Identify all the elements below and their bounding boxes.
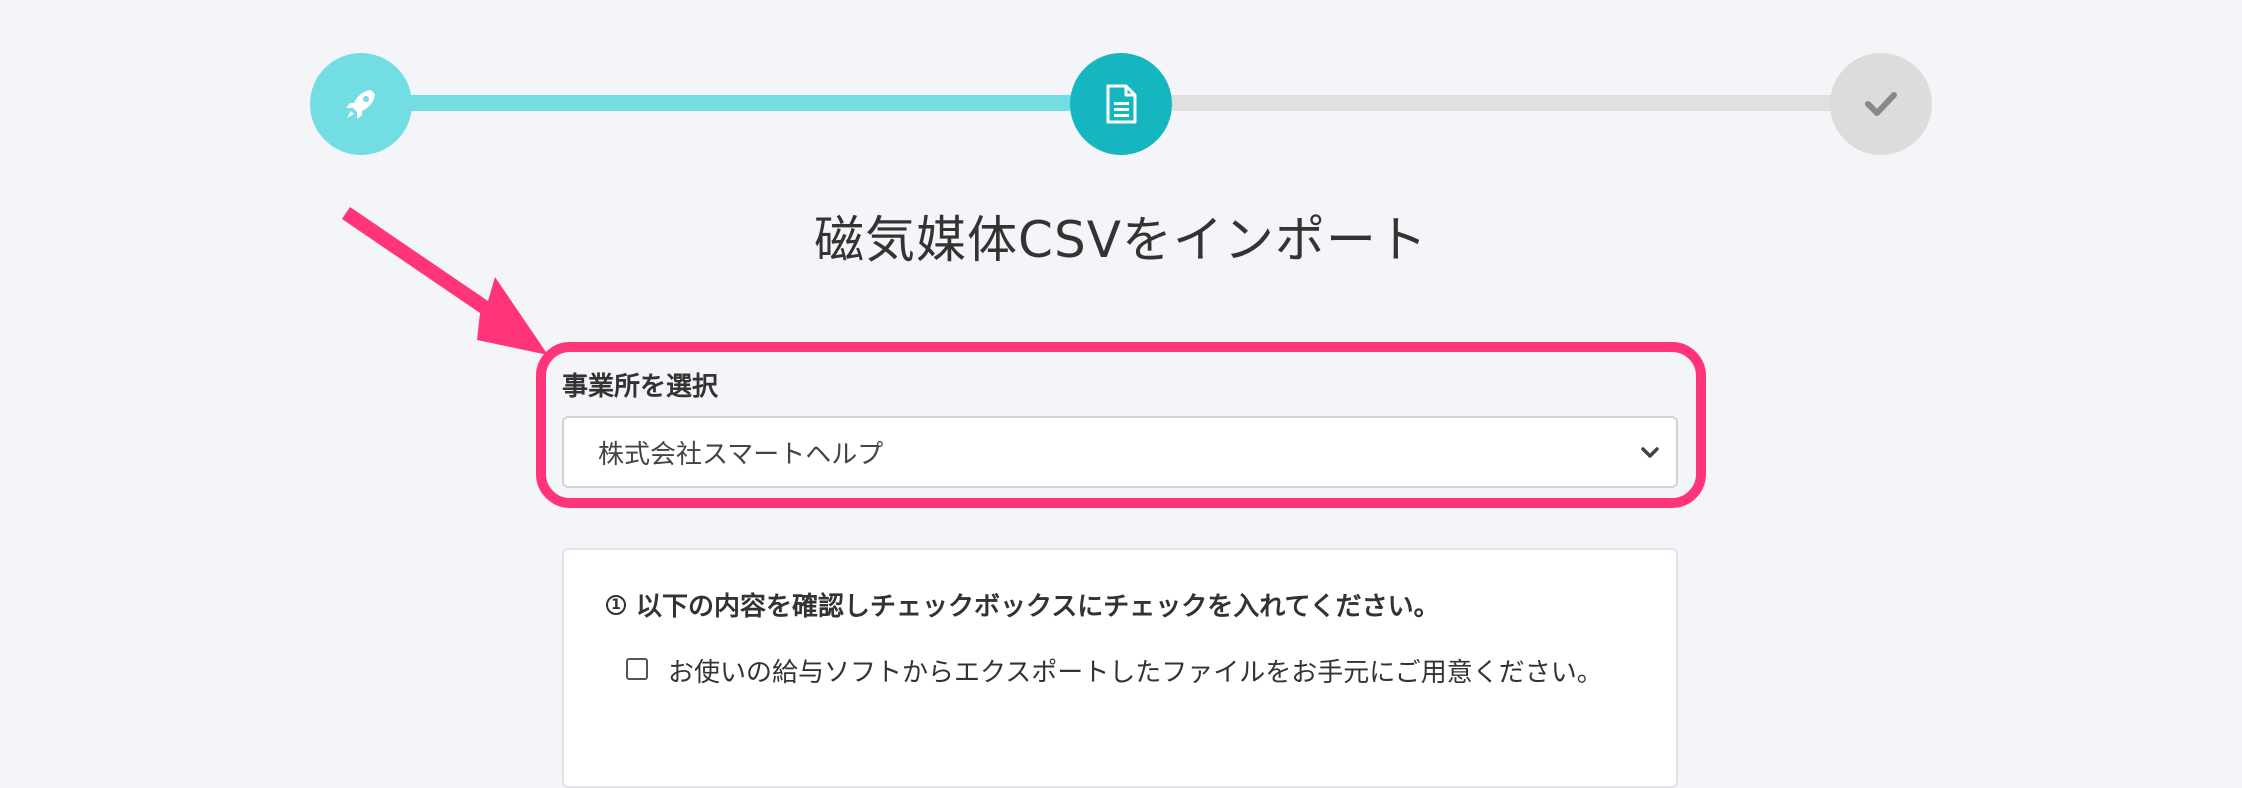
instructions-card: 1 以下の内容を確認しチェックボックスにチェックを入れてください。 お使いの給与… xyxy=(562,548,1678,788)
document-icon xyxy=(1103,83,1139,125)
check-icon xyxy=(1864,90,1898,118)
checklist-item[interactable]: お使いの給与ソフトからエクスポートしたファイルをお手元にご用意ください。 xyxy=(626,650,1626,696)
office-select-value: 株式会社スマートヘルプ xyxy=(598,439,884,470)
office-select-label: 事業所を選択 xyxy=(562,372,719,402)
stepper-track-completed xyxy=(360,95,1120,111)
step-2-import xyxy=(1070,53,1172,155)
step-3-complete xyxy=(1830,53,1932,155)
checklist-checkbox[interactable] xyxy=(626,658,648,680)
office-select[interactable]: 株式会社スマートヘルプ xyxy=(562,416,1678,488)
step-1-upload xyxy=(310,53,412,155)
instructions-heading: 1 以下の内容を確認しチェックボックスにチェックを入れてください。 xyxy=(606,586,1440,623)
chevron-down-icon xyxy=(1638,440,1662,471)
checklist-item-label: お使いの給与ソフトからエクスポートしたファイルをお手元にご用意ください。 xyxy=(668,658,1603,688)
step-number-badge: 1 xyxy=(606,594,626,615)
instructions-heading-text: 以下の内容を確認しチェックボックスにチェックを入れてください。 xyxy=(636,592,1440,622)
annotation-arrow-icon xyxy=(330,205,560,375)
rocket-icon xyxy=(341,84,381,124)
stepper-track-remaining xyxy=(1120,95,1880,111)
progress-stepper xyxy=(0,0,2242,160)
